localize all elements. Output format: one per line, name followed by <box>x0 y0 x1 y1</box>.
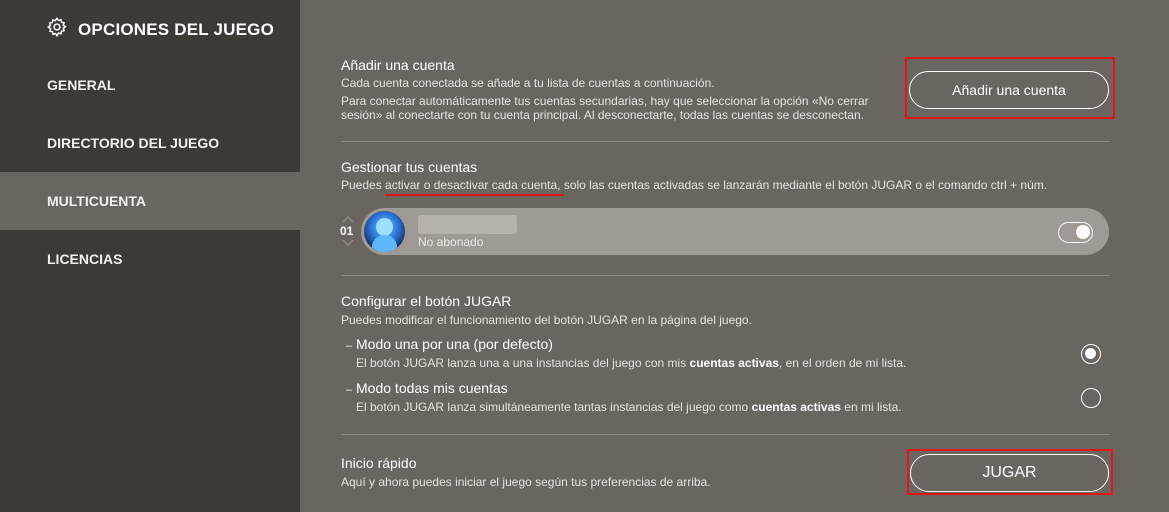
account-name-redacted <box>418 215 517 234</box>
sidebar-item-licencias[interactable]: LICENCIAS <box>0 230 300 288</box>
add-account-desc-1: Cada cuenta conectada se añade a tu list… <box>341 76 715 90</box>
sidebar: OPCIONES DEL JUEGO GENERAL DIRECTORIO DE… <box>0 0 300 512</box>
divider <box>341 275 1109 276</box>
add-account-title: Añadir una cuenta <box>341 57 455 73</box>
sidebar-item-label: MULTICUENTA <box>47 193 147 209</box>
quick-start-title: Inicio rápido <box>341 455 417 471</box>
manage-accounts-title: Gestionar tus cuentas <box>341 159 478 175</box>
sidebar-item-label: DIRECTORIO DEL JUEGO <box>47 135 220 151</box>
gear-icon <box>46 16 68 43</box>
play-config-desc: Puedes modificar el funcionamiento del b… <box>341 313 752 327</box>
play-config-title: Configurar el botón JUGAR <box>341 293 512 309</box>
option-one-by-one-title: – Modo una por una (por defecto) <box>346 336 553 352</box>
account-index: 01 <box>340 224 354 238</box>
sidebar-item-label: LICENCIAS <box>47 251 123 267</box>
sidebar-item-general[interactable]: GENERAL <box>0 56 300 114</box>
option-one-by-one-desc: El botón JUGAR lanza una a una instancia… <box>356 356 907 370</box>
add-account-desc-2: Para conectar automáticamente tus cuenta… <box>341 94 869 108</box>
move-up-icon[interactable] <box>342 215 354 223</box>
manage-desc-pre: Puedes <box>341 178 386 192</box>
play-button[interactable]: JUGAR <box>910 454 1109 492</box>
radio-one-by-one[interactable] <box>1081 344 1101 364</box>
sidebar-item-multicuenta[interactable]: MULTICUENTA <box>0 172 300 230</box>
divider <box>341 434 1109 435</box>
manage-desc-highlight: activar o desactivar cada cuenta <box>385 178 558 192</box>
option-label: Modo una por una (por defecto) <box>356 336 553 352</box>
manage-accounts-desc: Puedes activar o desactivar cada cuenta,… <box>341 178 1047 193</box>
sidebar-header: OPCIONES DEL JUEGO <box>46 16 274 43</box>
account-toggle[interactable] <box>1058 222 1093 243</box>
sidebar-item-label: GENERAL <box>47 77 116 93</box>
quick-start-desc: Aquí y ahora puedes iniciar el juego seg… <box>341 475 711 489</box>
main-panel: Añadir una cuenta Cada cuenta conectada … <box>300 0 1169 512</box>
account-row: No abonado <box>361 208 1109 255</box>
option-all-accounts-title: – Modo todas mis cuentas <box>346 380 508 396</box>
toggle-knob <box>1076 225 1090 239</box>
radio-all-accounts[interactable] <box>1081 388 1101 408</box>
account-status: No abonado <box>418 235 484 249</box>
add-account-desc-3: sesión» al conectarte con tu cuenta prin… <box>341 108 864 122</box>
sidebar-item-directorio[interactable]: DIRECTORIO DEL JUEGO <box>0 114 300 172</box>
divider <box>341 141 1109 142</box>
move-down-icon[interactable] <box>342 239 354 247</box>
highlight-underline <box>385 194 564 196</box>
manage-desc-post: , solo las cuentas activadas se lanzarán… <box>557 178 1048 192</box>
option-all-accounts-desc: El botón JUGAR lanza simultáneamente tan… <box>356 400 902 414</box>
sidebar-title: OPCIONES DEL JUEGO <box>78 19 274 39</box>
radio-selected-dot <box>1085 348 1096 359</box>
add-account-button[interactable]: Añadir una cuenta <box>909 71 1109 109</box>
option-label: Modo todas mis cuentas <box>356 380 508 396</box>
avatar <box>364 211 405 252</box>
